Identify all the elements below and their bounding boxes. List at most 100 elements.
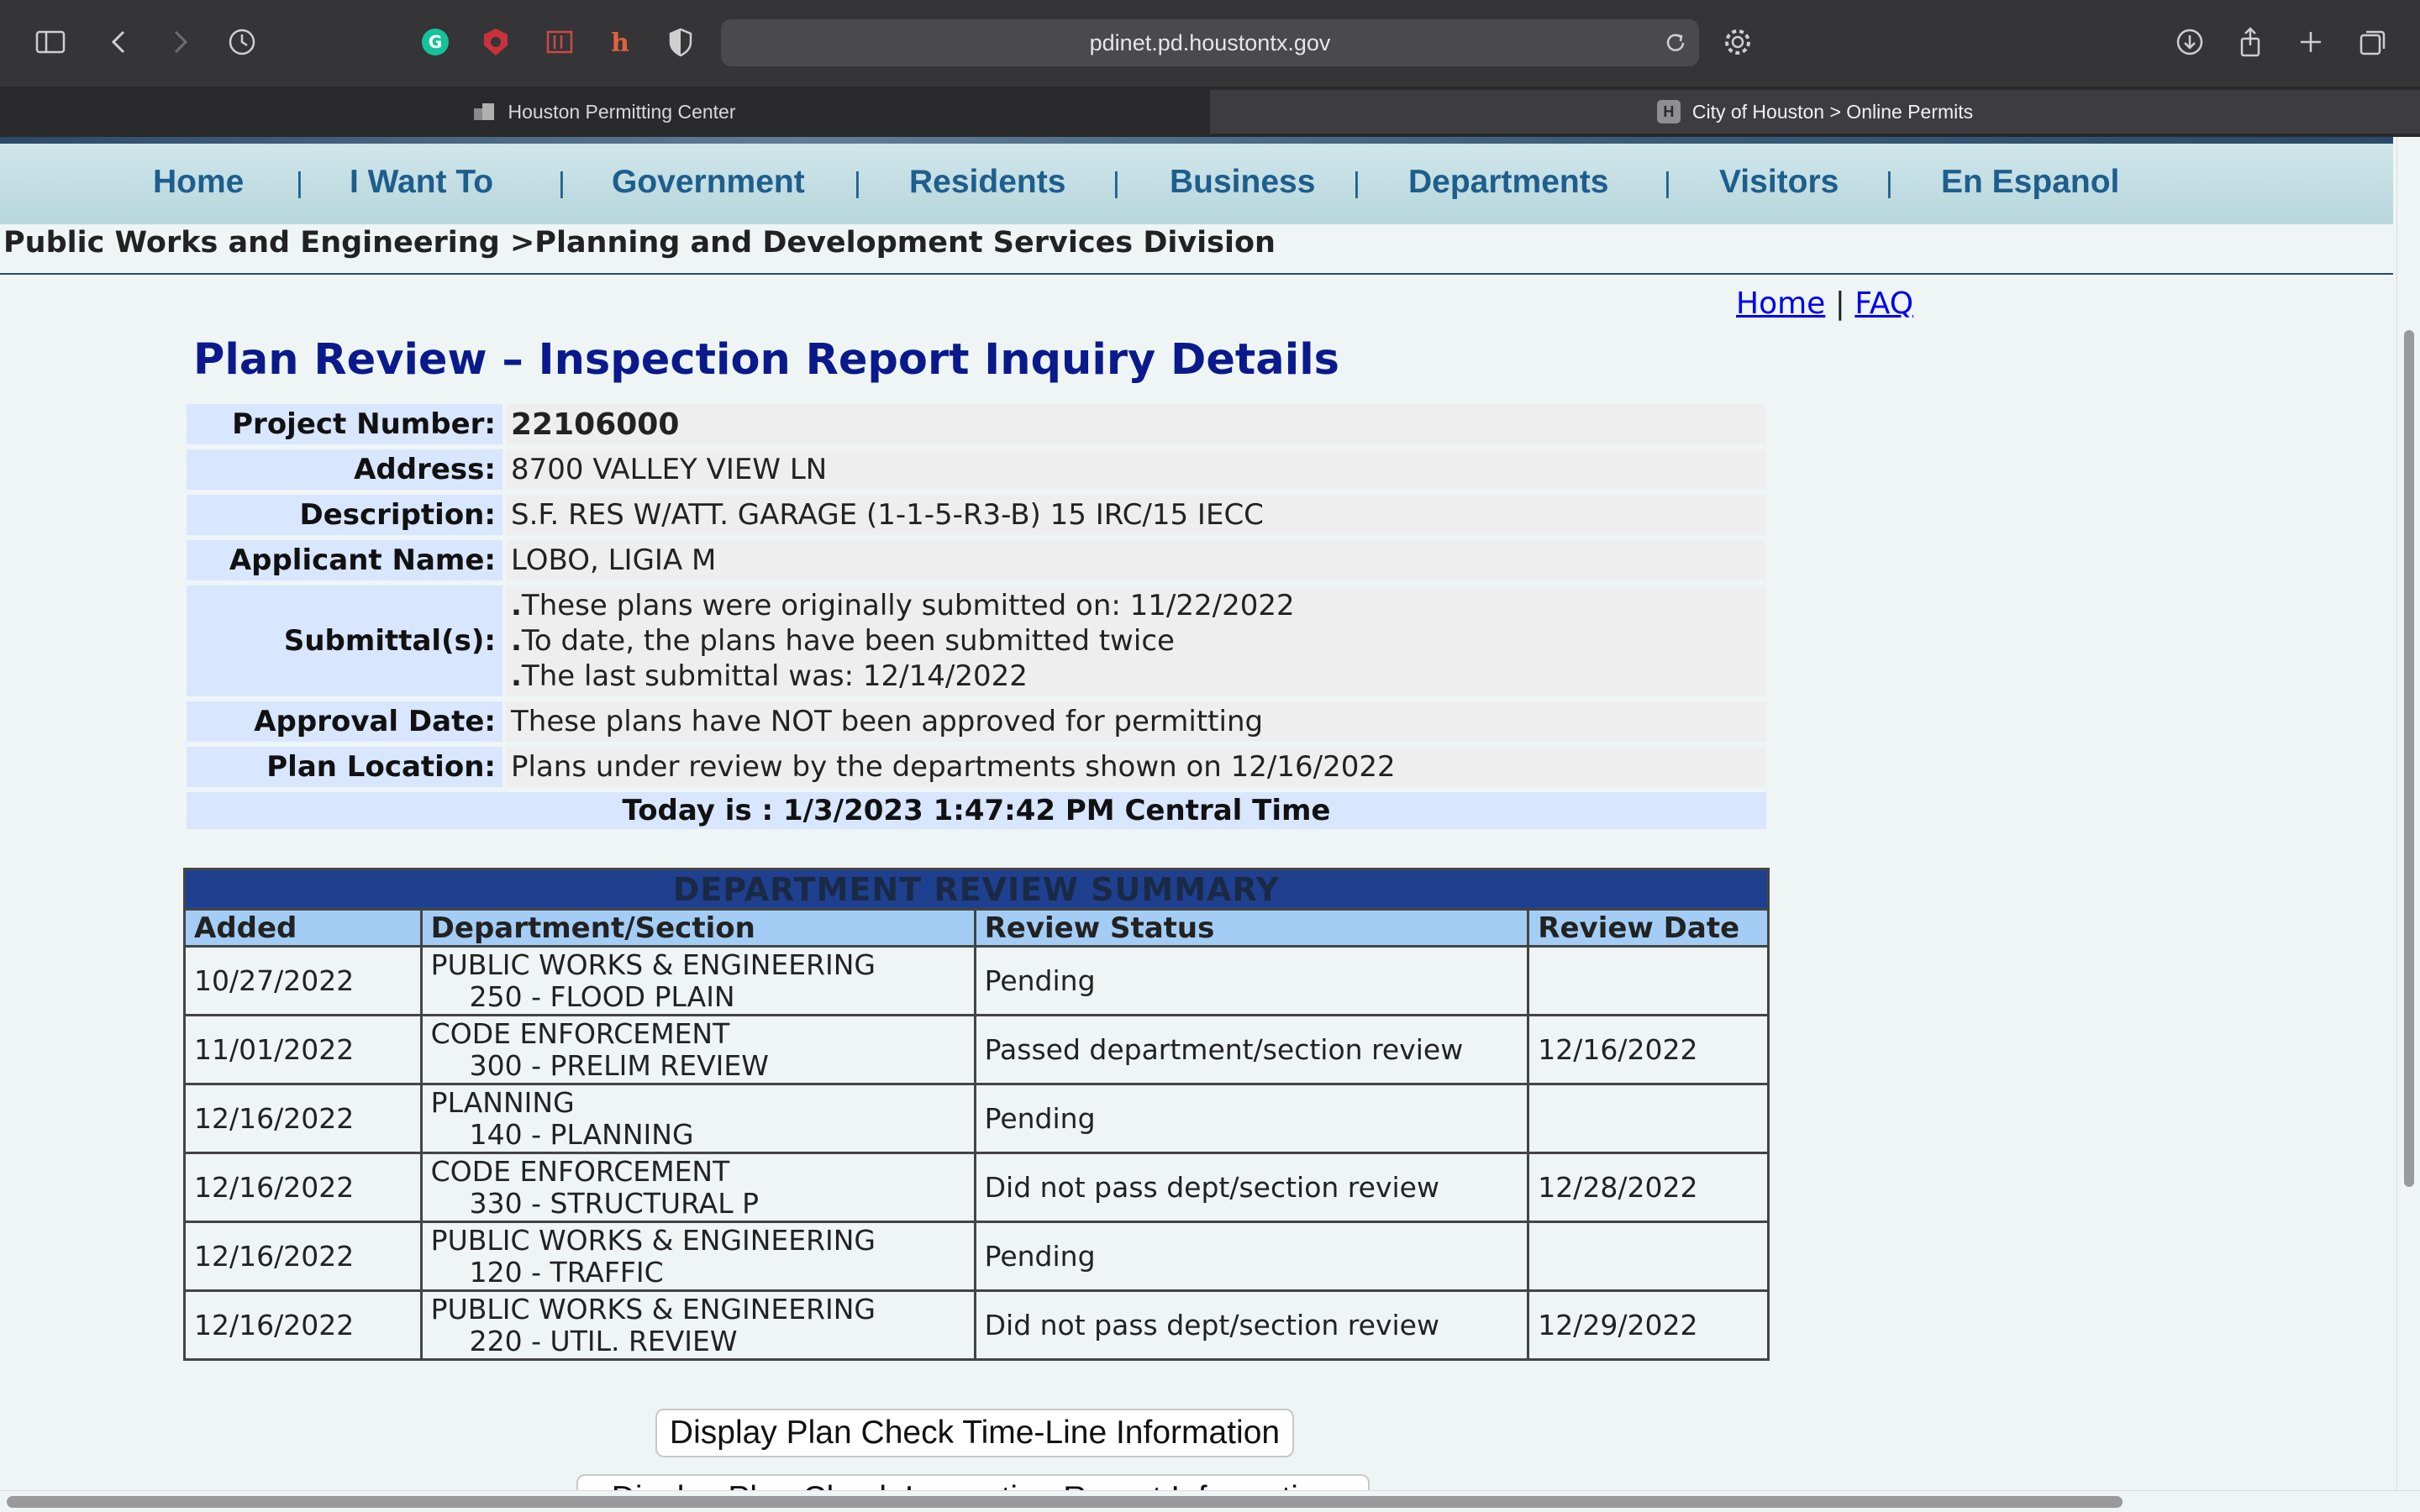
reader-extension-icon[interactable] — [539, 22, 580, 62]
project-number-value: 22106000 — [506, 404, 1766, 444]
cell-department: PUBLIC WORKS & ENGINEERING 120 - TRAFFIC — [419, 1221, 976, 1292]
tab-title: Houston Permitting Center — [508, 100, 736, 123]
applicant-value: LOBO, LIGIA M — [506, 540, 1766, 580]
nav-separator: | — [558, 167, 566, 199]
url-text: pdinet.pd.houstontx.gov — [1089, 30, 1331, 55]
table-row: 11/01/2022 CODE ENFORCEMENT 300 - PRELIM … — [183, 1014, 1770, 1085]
location-row: Plan Location: Plans under review by the… — [187, 747, 1766, 787]
faq-link[interactable]: FAQ — [1854, 286, 1913, 321]
table-caption-row: DEPARTMENT REVIEW SUMMARY — [183, 868, 1770, 911]
breadcrumb: Public Works and Engineering >Planning a… — [3, 226, 1276, 260]
vertical-scrollbar[interactable] — [2396, 137, 2420, 1498]
applicant-row: Applicant Name: LOBO, LIGIA M — [187, 540, 1766, 580]
top-links: Home | FAQ — [1736, 286, 1913, 321]
vertical-scroll-thumb[interactable] — [2404, 330, 2414, 1187]
cell-date: 12/16/2022 — [1527, 1014, 1770, 1085]
history-icon[interactable] — [222, 22, 262, 62]
column-header-date: Review Date — [1527, 908, 1770, 948]
downloads-icon[interactable] — [2170, 22, 2210, 62]
home-link[interactable]: Home — [1736, 286, 1825, 321]
column-header-department: Department/Section — [419, 908, 976, 948]
nav-home[interactable]: Home — [153, 164, 244, 201]
city-houston-favicon-icon: H — [1656, 100, 1681, 123]
tab-overview-icon[interactable] — [2353, 22, 2393, 62]
table-header-row: Added Department/Section Review Status R… — [183, 908, 1770, 948]
location-value: Plans under review by the departments sh… — [506, 747, 1766, 787]
nav-separator: | — [854, 167, 861, 199]
browser-toolbar: G h pdinet.pd.houstontx.gov — [0, 0, 2420, 87]
description-label: Description: — [187, 495, 502, 535]
cell-status: Passed department/section review — [973, 1014, 1530, 1085]
cell-status: Pending — [973, 945, 1530, 1016]
link-separator: | — [1834, 286, 1845, 321]
nav-separator: | — [1664, 167, 1671, 199]
cell-date: 12/28/2022 — [1527, 1152, 1770, 1223]
main-navigation: Home | I Want To | Government | Resident… — [0, 144, 2393, 224]
share-icon[interactable] — [2230, 22, 2270, 62]
nav-en-espanol[interactable]: En Espanol — [1941, 164, 2119, 201]
tab-bar: × Houston Permitting Center H City of Ho… — [0, 87, 2420, 137]
back-icon[interactable] — [99, 22, 139, 62]
submittals-value: .These plans were originally submitted o… — [506, 585, 1766, 696]
tab-title: City of Houston > Online Permits — [1691, 100, 1974, 123]
table-row: 10/27/2022 PUBLIC WORKS & ENGINEERING 250… — [183, 945, 1770, 1016]
cell-date — [1527, 1083, 1770, 1154]
submittal-line: .The last submittal was: 12/14/2022 — [511, 659, 1028, 693]
svg-text:h: h — [611, 29, 629, 58]
grammarly-extension-icon[interactable]: G — [415, 22, 455, 62]
tab-houston-permitting-center[interactable]: Houston Permitting Center — [0, 90, 1208, 134]
cell-added: 11/01/2022 — [183, 1014, 423, 1085]
address-row: Address: 8700 VALLEY VIEW LN — [187, 449, 1766, 490]
horizontal-scrollbar[interactable] — [0, 1490, 2420, 1512]
table-caption: DEPARTMENT REVIEW SUMMARY — [183, 868, 1770, 911]
banner-image — [0, 137, 2393, 144]
cell-department: CODE ENFORCEMENT 300 - PRELIM REVIEW — [419, 1014, 976, 1085]
column-header-added: Added — [183, 908, 423, 948]
nav-separator: | — [1886, 167, 1893, 199]
cell-status: Pending — [973, 1083, 1530, 1154]
submittal-line: .To date, the plans have been submitted … — [511, 624, 1175, 658]
shield-extension-icon[interactable] — [476, 22, 516, 62]
column-header-status: Review Status — [973, 908, 1530, 948]
approval-label: Approval Date: — [187, 701, 502, 742]
approval-value: These plans have NOT been approved for p… — [506, 701, 1766, 742]
honey-extension-icon[interactable]: h — [600, 22, 640, 62]
table-row: 12/16/2022 PUBLIC WORKS & ENGINEERING 220… — [183, 1289, 1770, 1361]
forward-icon[interactable] — [160, 22, 200, 62]
nav-visitors[interactable]: Visitors — [1719, 164, 1839, 201]
new-tab-plus-icon[interactable] — [2291, 22, 2331, 62]
sidebar-toggle-icon[interactable] — [30, 22, 71, 62]
privacy-shield-icon[interactable] — [660, 22, 701, 62]
approval-row: Approval Date: These plans have NOT been… — [187, 701, 1766, 742]
nav-business[interactable]: Business — [1170, 164, 1315, 201]
project-number-label: Project Number: — [187, 404, 502, 444]
today-timestamp: Today is : 1/3/2023 1:47:42 PM Central T… — [187, 792, 1766, 829]
nav-separator: | — [1353, 167, 1360, 199]
submittals-label: Submittal(s): — [187, 585, 502, 696]
page-title: Plan Review – Inspection Report Inquiry … — [193, 335, 1340, 385]
nav-residents[interactable]: Residents — [909, 164, 1065, 201]
nav-separator: | — [1113, 167, 1120, 199]
address-bar[interactable]: pdinet.pd.houstontx.gov — [721, 19, 1699, 66]
tab-online-permits[interactable]: H City of Houston > Online Permits — [1210, 90, 2420, 134]
reload-icon[interactable] — [1660, 28, 1691, 58]
horizontal-scroll-thumb[interactable] — [7, 1496, 2123, 1508]
cell-date — [1527, 945, 1770, 1016]
nav-separator: | — [296, 167, 303, 199]
nav-government[interactable]: Government — [612, 164, 805, 201]
nav-i-want-to[interactable]: I Want To — [350, 164, 493, 201]
display-timeline-button[interactable]: Display Plan Check Time-Line Information — [655, 1409, 1294, 1457]
description-row: Description: S.F. RES W/ATT. GARAGE (1-1… — [187, 495, 1766, 535]
permitting-favicon-icon — [472, 100, 496, 123]
submittals-row: Submittal(s): .These plans were original… — [187, 585, 1766, 696]
settings-gear-icon[interactable] — [1718, 22, 1758, 62]
cell-added: 10/27/2022 — [183, 945, 423, 1016]
project-info-table: Project Number: 22106000 Address: 8700 V… — [187, 404, 1766, 829]
cell-department: PLANNING 140 - PLANNING — [419, 1083, 976, 1154]
applicant-label: Applicant Name: — [187, 540, 502, 580]
location-label: Plan Location: — [187, 747, 502, 787]
cell-department: PUBLIC WORKS & ENGINEERING 220 - UTIL. RE… — [419, 1289, 976, 1361]
cell-status: Did not pass dept/section review — [973, 1289, 1530, 1361]
table-row: 12/16/2022 CODE ENFORCEMENT 330 - STRUCTU… — [183, 1152, 1770, 1223]
nav-departments[interactable]: Departments — [1408, 164, 1608, 201]
